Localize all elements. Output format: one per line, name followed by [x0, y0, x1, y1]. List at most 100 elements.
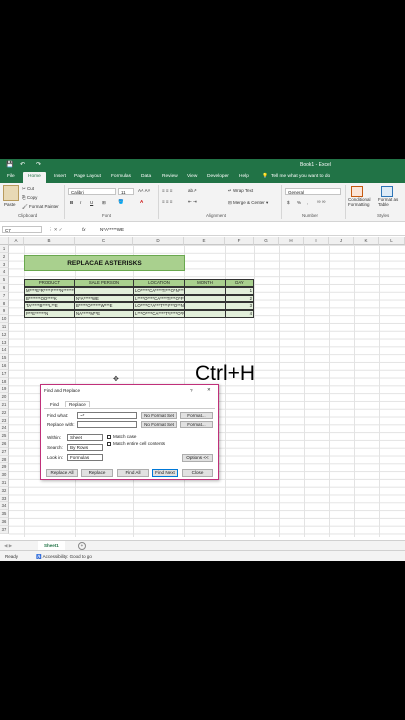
font-name-select[interactable]: Calibri [68, 188, 116, 195]
table-cell[interactable] [184, 294, 226, 303]
row-header[interactable]: 20 [0, 393, 9, 401]
table-cell[interactable]: M****E*R****I*****N*******AM****E [24, 286, 75, 295]
column-header[interactable]: K [354, 237, 379, 245]
close-icon[interactable]: ✕ [207, 387, 211, 393]
paste-button[interactable]: Paste [4, 202, 16, 207]
table-header[interactable]: MONTH [184, 279, 226, 287]
find-next-button[interactable]: Find Next [152, 469, 178, 477]
search-select[interactable]: By Rows [67, 444, 103, 451]
row-header[interactable]: 28 [0, 455, 9, 464]
tab-formulas[interactable]: Formulas [111, 174, 131, 179]
row-header[interactable]: 1 [0, 245, 9, 253]
table-cell[interactable]: 2 [225, 294, 254, 303]
format-find-button[interactable]: Format... [180, 412, 213, 419]
row-header[interactable]: 7 [0, 291, 9, 300]
table-cell[interactable]: L***O****CA****T*I****O*N****AP*RIL [133, 310, 185, 318]
table-cell[interactable]: TA*****B****L**E [24, 302, 75, 311]
format-as-table-icon[interactable] [381, 186, 393, 197]
cut-button[interactable]: ✂ Cut [22, 186, 34, 192]
look-in-select[interactable]: Formulas [67, 454, 103, 461]
column-header[interactable]: B [24, 237, 75, 245]
column-header[interactable]: G [254, 237, 279, 245]
row-header[interactable]: 34 [0, 502, 9, 511]
copy-button[interactable]: ⎘ Copy [22, 195, 37, 200]
match-case-checkbox[interactable] [107, 435, 111, 439]
table-cell[interactable]: LO*****CA****TI***O*N****US***US***T [133, 286, 185, 295]
options-button[interactable]: Options << [182, 454, 213, 462]
table-cell[interactable]: 1 [225, 286, 254, 295]
row-header[interactable]: 9 [0, 307, 9, 316]
row-header[interactable]: 16 [0, 362, 9, 370]
row-header[interactable]: 14 [0, 346, 9, 355]
align-top-icon[interactable]: ≡ ≡ ≡ [162, 188, 172, 193]
row-header[interactable]: 18 [0, 377, 9, 386]
name-box[interactable]: C7 [2, 226, 42, 233]
comma-button[interactable]: , [307, 200, 308, 205]
tab-review[interactable]: Review [162, 174, 178, 179]
table-cell[interactable]: B*******OO****K [24, 294, 75, 303]
align-left-icon[interactable]: ≡ ≡ ≡ [162, 199, 172, 204]
row-header[interactable]: 6 [0, 284, 9, 292]
row-header[interactable]: 31 [0, 479, 9, 487]
row-header[interactable]: 33 [0, 494, 9, 503]
row-header[interactable]: 5 [0, 276, 9, 284]
row-header[interactable]: 11 [0, 323, 9, 331]
table-cell[interactable] [184, 286, 226, 295]
table-cell[interactable]: N*A*****WE [74, 294, 134, 303]
wrap-text-button[interactable]: ↵ Wrap Text [228, 188, 253, 194]
column-header[interactable]: C [75, 237, 133, 245]
add-sheet-button[interactable]: + [78, 542, 86, 550]
table-header[interactable]: DAY [225, 279, 254, 287]
column-header[interactable]: E [184, 237, 225, 245]
number-format-select[interactable]: General [285, 188, 341, 195]
row-header[interactable]: 2 [0, 252, 9, 261]
row-header[interactable]: 26 [0, 440, 9, 448]
find-what-input[interactable]: ~* [77, 412, 137, 419]
font-color-icon[interactable]: A [140, 199, 143, 204]
tab-page-layout[interactable]: Page Layout [74, 174, 101, 179]
column-header[interactable]: I [304, 237, 329, 245]
conditional-formatting-button[interactable]: Conditional Formatting [348, 197, 376, 207]
table-header[interactable]: LOCATION [133, 279, 185, 287]
tab-view[interactable]: View [187, 174, 197, 179]
row-header[interactable]: 37 [0, 525, 9, 534]
row-header[interactable]: 19 [0, 385, 9, 394]
redo-icon[interactable]: ↷ [36, 161, 41, 168]
column-header[interactable]: A [9, 237, 24, 245]
column-header[interactable]: H [279, 237, 304, 245]
help-icon[interactable]: ? [190, 388, 193, 393]
conditional-formatting-icon[interactable] [351, 186, 363, 197]
italic-button[interactable]: I [80, 200, 81, 205]
currency-button[interactable]: $ [287, 200, 290, 205]
formula-cancel-icon[interactable]: ⋮ ✕ ✓ [48, 227, 63, 233]
replace-all-button[interactable]: Replace All [46, 469, 78, 477]
row-header[interactable]: 35 [0, 510, 9, 518]
sheet-nav-icon[interactable]: ◀ ▶ [4, 543, 12, 549]
row-header[interactable]: 24 [0, 424, 9, 433]
row-header[interactable]: 29 [0, 463, 9, 472]
tab-help[interactable]: Help [239, 174, 249, 179]
table-cell[interactable]: 4 [225, 310, 254, 318]
tab-home[interactable]: Home [23, 172, 46, 183]
tell-me-search[interactable]: Tell me what you want to do [271, 174, 330, 179]
column-header[interactable]: F [225, 237, 254, 245]
formula-input[interactable]: N*A*****WE [98, 226, 403, 233]
row-header[interactable]: 10 [0, 315, 9, 323]
table-cell[interactable]: B*****O******W***E [74, 302, 134, 311]
table-cell[interactable] [74, 286, 134, 295]
save-icon[interactable]: 💾 [6, 161, 13, 168]
table-cell[interactable]: 3 [225, 302, 254, 311]
decimal-icon[interactable]: ⁰⁰ ⁰⁰ [317, 200, 325, 206]
accessibility-status[interactable]: ♿ Accessibility: Good to go [36, 554, 92, 560]
row-header[interactable]: 27 [0, 447, 9, 456]
tab-developer[interactable]: Developer [207, 174, 229, 179]
undo-icon[interactable]: ↶ [20, 161, 25, 168]
row-header[interactable]: 3 [0, 260, 9, 269]
row-header[interactable]: 12 [0, 330, 9, 339]
replace-button[interactable]: Replace [81, 469, 113, 477]
row-header[interactable]: 22 [0, 408, 9, 417]
tab-insert[interactable]: Insert [54, 174, 66, 179]
table-cell[interactable]: P**E******N [24, 310, 75, 318]
bold-button[interactable]: B [70, 200, 73, 205]
row-header[interactable]: 15 [0, 354, 9, 362]
